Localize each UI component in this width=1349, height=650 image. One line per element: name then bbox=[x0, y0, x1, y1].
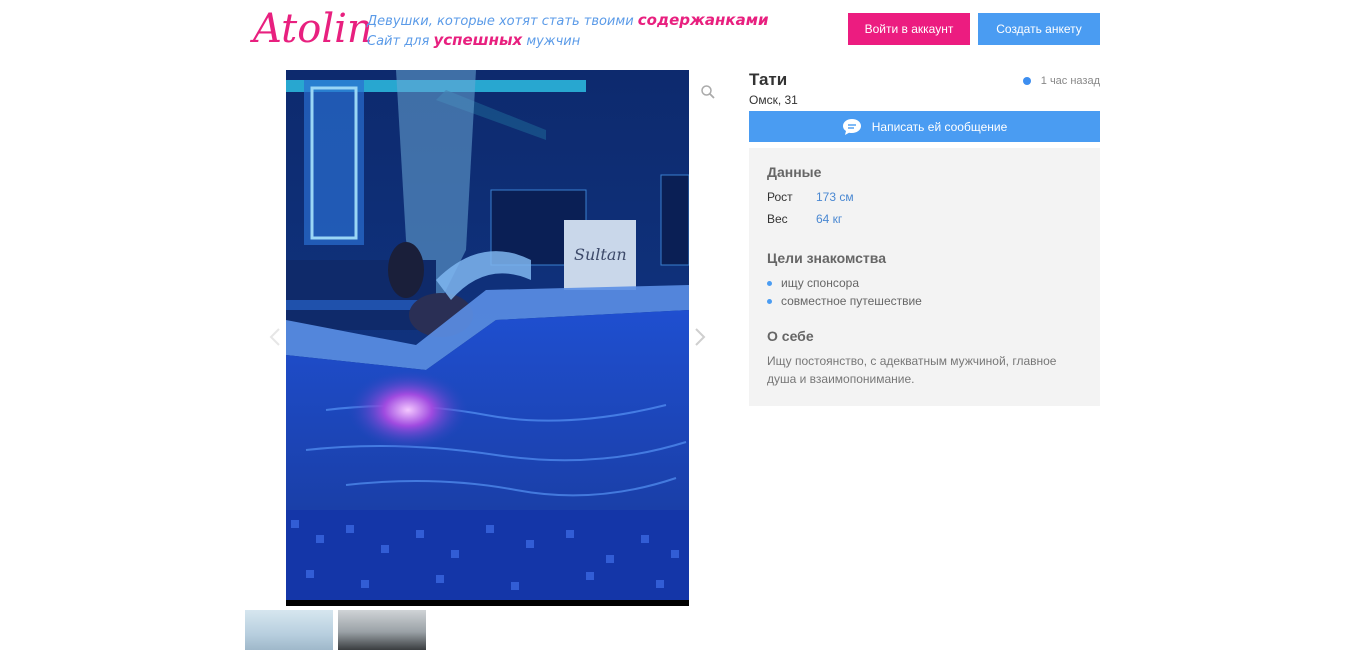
chevron-left-icon[interactable] bbox=[268, 327, 282, 347]
goal-item: совместное путешествие bbox=[767, 294, 922, 308]
weight-row: Вес 64 кг bbox=[767, 212, 842, 226]
goal-text: ищу спонсора bbox=[781, 276, 859, 290]
tagline-text: Девушки, которые хотят стать твоими bbox=[367, 14, 634, 29]
bullet-icon bbox=[767, 280, 772, 286]
weight-value: 64 кг bbox=[816, 212, 843, 226]
chat-icon bbox=[842, 118, 862, 136]
send-message-button[interactable]: Написать ей сообщение bbox=[749, 111, 1100, 142]
site-header: Atolin Девушки, которые хотят стать твои… bbox=[0, 0, 1349, 60]
site-logo[interactable]: Atolin bbox=[253, 6, 373, 52]
login-button[interactable]: Войти в аккаунт bbox=[848, 13, 970, 45]
sultan-sign: Sultan bbox=[574, 245, 627, 264]
thumbnail[interactable] bbox=[338, 610, 426, 650]
zoom-icon[interactable] bbox=[700, 84, 716, 100]
tagline-text: Сайт для bbox=[367, 34, 430, 49]
goals-section-title: Цели знакомства bbox=[767, 250, 886, 266]
last-seen-text: 1 час назад bbox=[1040, 75, 1100, 87]
tagline-text: мужчин bbox=[526, 34, 581, 49]
profile-info-card: Данные Рост 173 см Вес 64 кг Цели знаком… bbox=[749, 148, 1100, 406]
tagline-line-1: Девушки, которые хотят стать твоими соде… bbox=[367, 11, 769, 31]
weight-label: Вес bbox=[767, 212, 788, 226]
main-photo[interactable]: Sultan bbox=[286, 70, 689, 606]
data-section-title: Данные bbox=[767, 164, 822, 180]
pool-photo-image: Sultan bbox=[286, 70, 689, 606]
height-value: 173 см bbox=[816, 190, 854, 204]
height-row: Рост 173 см bbox=[767, 190, 854, 204]
about-section-title: О себе bbox=[767, 328, 814, 344]
tagline-line-2: Сайт для успешных мужчин bbox=[367, 31, 769, 51]
goal-item: ищу спонсора bbox=[767, 276, 859, 290]
thumbnail[interactable] bbox=[245, 610, 333, 650]
online-dot-icon bbox=[1022, 77, 1031, 85]
bullet-icon bbox=[767, 298, 772, 304]
tagline-highlight: успешных bbox=[433, 31, 523, 49]
chevron-right-icon[interactable] bbox=[693, 327, 707, 347]
profile-city-age: Омск, 31 bbox=[749, 93, 798, 107]
send-message-label: Написать ей сообщение bbox=[871, 119, 1008, 134]
about-text: Ищу постоянство, с адекватным мужчиной, … bbox=[767, 354, 1057, 386]
create-profile-button[interactable]: Создать анкету bbox=[978, 13, 1100, 45]
online-status: 1 час назад bbox=[1022, 75, 1100, 87]
goal-text: совместное путешествие bbox=[781, 294, 922, 308]
profile-name: Тати bbox=[749, 70, 788, 89]
height-label: Рост bbox=[767, 190, 793, 204]
tagline-highlight: содержанками bbox=[637, 11, 769, 29]
site-tagline: Девушки, которые хотят стать твоими соде… bbox=[367, 11, 769, 51]
